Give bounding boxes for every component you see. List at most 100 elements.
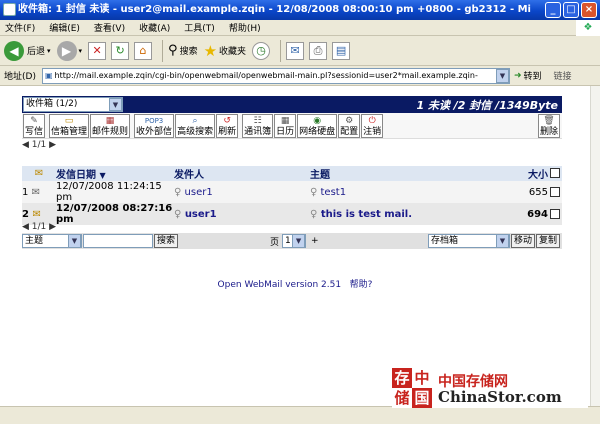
browser-toolbar: ◀ 后退 ▾ ▶ ▾ ✕ ↻ ⌂ ⚲ 搜索 ★ 收藏夹 ◷ ✉ ⎙ ▤ [0,36,600,66]
pop3-button[interactable]: POP3 收外部信 [134,113,175,138]
back-label: 后退 [27,47,46,57]
webdisk-button[interactable]: ◉ 网络硬盘 [297,113,338,138]
move-target-select[interactable]: 存档箱 ▼ [427,234,510,248]
folder-dropdown-icon[interactable]: ▼ [109,98,122,111]
maximize-button[interactable]: □ [563,2,579,18]
calendar-button[interactable]: ▦ 日历 [274,113,297,138]
config-button[interactable]: ⚙ 配置 [338,113,361,138]
pop3-icon: POP3 [144,116,164,125]
from-column-header[interactable]: 发件人 [174,166,310,181]
page-select[interactable]: 1 ▼ [282,234,307,248]
mail-rules-button[interactable]: ▦ 邮件规则 [90,113,131,138]
refresh-icon[interactable]: ↻ [111,41,130,60]
forward-dropdown-icon[interactable]: ▾ [79,47,83,55]
person-icon: ♀ [310,186,318,198]
plus-toggle[interactable]: + [311,236,319,246]
pagination-top: ◀ 1/1 ▶ [22,140,56,150]
vertical-scrollbar[interactable] [590,86,600,406]
date-column-header[interactable]: 发信日期 ▼ [56,166,174,181]
row-subject[interactable]: this is test mail. [321,209,412,220]
page-dropdown-icon[interactable]: ▼ [292,234,306,248]
menu-edit[interactable]: 编辑(E) [49,21,80,34]
next-page-icon[interactable]: ▶ [49,140,56,150]
row-size: 694 [524,203,548,225]
advanced-search-icon: ⌕ [192,115,198,126]
person-icon: ♀ [310,208,318,220]
help-link[interactable]: 帮助? [350,280,373,290]
row-checkbox[interactable] [550,208,560,219]
version-link[interactable]: Open WebMail version 2.51 [218,280,342,290]
menu-tools[interactable]: 工具(T) [184,21,215,34]
row-date: 12/07/2008 11:24:15 pm [56,181,174,203]
table-row[interactable]: 2 ✉ 12/07/2008 08:27:16 pm ♀ user1 ♀ thi… [22,203,562,225]
watermark: 存中储国 中国存储网 ChinaStor.com [392,368,588,408]
page-indicator-bottom: 1/1 [31,222,47,232]
page-icon: ▣ [44,71,53,80]
row-sender[interactable]: user1 [185,209,217,220]
compose-button[interactable]: ✎ 写信 [23,113,46,138]
addressbook-button[interactable]: ☷ 通讯簿 [242,113,274,138]
menu-view[interactable]: 查看(V) [94,21,125,34]
search-submit-button[interactable]: 搜索 [154,234,179,248]
status-bar [0,406,600,424]
address-dropdown-icon[interactable]: ▼ [495,68,509,83]
refresh-mail-button[interactable]: ↺ 刷新 [216,113,239,138]
calendar-icon: ▦ [280,115,290,126]
pagination-bottom: ◀ 1/1 ▶ [22,222,56,232]
menu-file[interactable]: 文件(F) [5,21,35,34]
go-arrow-icon[interactable]: ➜ [514,71,522,81]
address-input[interactable]: ▣ http://mail.example.zqin/cgi-bin/openw… [41,67,510,84]
go-button[interactable]: 转到 [524,69,542,82]
folder-select-value: 收件箱 (1/2) [26,99,78,109]
prev-page-icon[interactable]: ◀ [22,140,29,150]
row-subject[interactable]: test1 [321,187,347,198]
logout-icon: ⏻ [368,115,376,126]
filter-icon: ▦ [105,115,115,126]
close-button[interactable]: × [581,2,597,18]
move-button[interactable]: 移动 [510,234,535,248]
home-icon[interactable]: ⌂ [134,41,153,60]
menu-help[interactable]: 帮助(H) [229,21,261,34]
favorites-button[interactable]: ★ 收藏夹 [204,42,246,60]
search-keyword-input[interactable] [83,234,153,248]
folder-manage-button[interactable]: ▭ 信箱管理 [49,113,90,138]
back-button[interactable]: ◀ 后退 ▾ [4,40,51,61]
page-label: 页 [270,237,280,248]
search-button[interactable]: ⚲ 搜索 [168,43,198,58]
next-page-icon[interactable]: ▶ [49,222,56,232]
config-icon: ⚙ [345,115,354,126]
search-field-select[interactable]: 主题 ▼ [22,234,82,248]
links-label[interactable]: 链接 [554,69,572,82]
menu-favorites[interactable]: 收藏(A) [139,21,170,34]
row-checkbox[interactable] [550,186,560,197]
window-title: 收件箱: 1 封信 未读 - user2@mail.example.zqin -… [18,4,531,15]
search-field-dropdown-icon[interactable]: ▼ [68,234,81,248]
size-column-header[interactable]: 大小 [524,166,548,181]
folder-select[interactable]: 收件箱 (1/2) ▼ [23,97,123,112]
stop-icon[interactable]: ✕ [88,41,107,60]
minimize-button[interactable]: _ [545,2,561,18]
row-number: 1 [22,186,29,198]
copy-button[interactable]: 复制 [535,234,560,248]
page-footer: Open WebMail version 2.51 帮助? [0,277,590,290]
back-dropdown-icon[interactable]: ▾ [47,47,51,55]
logout-button[interactable]: ⏻ 注销 [361,113,384,138]
history-icon[interactable]: ◷ [252,41,271,60]
watermark-seal: 存中储国 [392,368,432,408]
compose-icon: ✎ [30,115,38,126]
delete-button[interactable]: 🗑 删除 [537,113,560,138]
subject-column-header[interactable]: 主题 [310,166,524,181]
prev-page-icon[interactable]: ◀ [22,222,29,232]
print-icon[interactable]: ⎙ [309,41,328,60]
forward-button[interactable]: ▶ ▾ [56,40,83,61]
row-sender[interactable]: user1 [185,187,213,198]
mailbox-stats: 1 未读 /2 封信 /1349Byte [416,99,558,112]
move-target-dropdown-icon[interactable]: ▼ [495,234,509,248]
select-all-checkbox[interactable] [550,168,560,178]
edit-page-icon[interactable]: ▤ [332,41,351,60]
table-row[interactable]: 1 ✉ 12/07/2008 11:24:15 pm ♀ user1 ♀ tes… [22,181,562,203]
advanced-search-button[interactable]: ⌕ 高级搜索 [175,113,216,138]
mail-toolbar: ✎ 写信 ▭ 信箱管理 ▦ 邮件规则 POP3 收外部信 ⌕ 高级搜索 ↺ 刷新 ☷ 通讯簿 … [22,113,562,139]
mail-icon[interactable]: ✉ [286,41,305,60]
forward-arrow-icon: ▶ [56,40,77,61]
